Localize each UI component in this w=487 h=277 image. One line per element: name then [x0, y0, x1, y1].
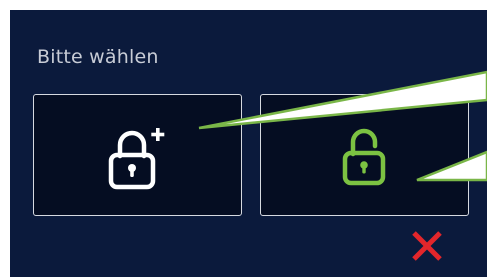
lock-open-icon	[335, 120, 395, 190]
add-lock-button[interactable]	[33, 94, 242, 216]
prompt-label: Bitte wählen	[37, 46, 159, 68]
lock-add-icon	[103, 120, 173, 190]
open-lock-button[interactable]	[260, 94, 469, 216]
close-icon[interactable]	[410, 229, 444, 263]
